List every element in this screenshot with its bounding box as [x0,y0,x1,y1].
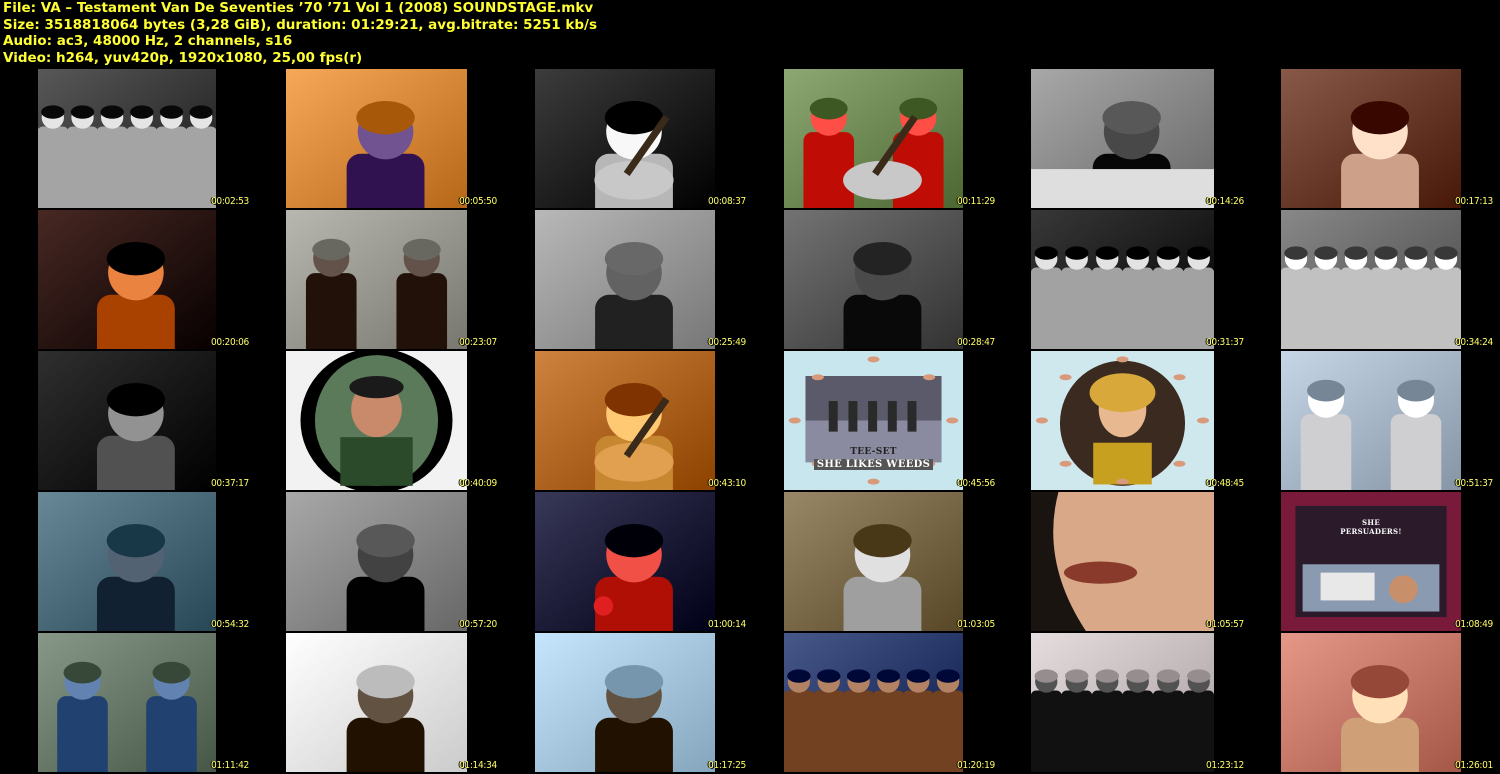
thumbnail-frame: TEE-SET SHE LIKES WEEDS [784,351,963,490]
thumbnail-timestamp: 00:48:45 [1205,478,1244,489]
thumbnail-frame [286,492,467,631]
thumbnail-image [784,210,963,349]
thumbnail-image [286,210,467,349]
thumbnail-image [784,633,963,772]
thumbnail-timestamp: 00:45:56 [956,478,995,489]
thumbnail-timestamp: 01:00:14 [707,619,746,630]
thumbnail-frame [286,210,467,349]
thumbnail-frame [38,210,216,349]
thumbnail-frame [38,492,216,631]
thumbnail-frame [784,210,963,349]
thumbnail-frame [535,69,715,208]
thumbnail-timestamp: 00:43:10 [707,478,746,489]
thumbnail-frame [1281,210,1461,349]
thumbnail-image [1031,633,1214,772]
thumbnail-image [38,633,216,772]
thumbnail-timestamp: 00:51:37 [1454,478,1493,489]
thumbnail-image [38,351,216,490]
thumbnail-image [38,210,216,349]
thumbnail-image [1281,210,1461,349]
thumbnail-timestamp: 01:08:49 [1454,619,1493,630]
thumbnail-image [535,210,715,349]
thumbnail-caption-top: SHE [1362,518,1380,527]
thumbnail-frame [535,492,715,631]
thumbnail-caption-bottom: PERSUADERS! [1340,527,1402,536]
thumbnail-frame [1031,351,1214,490]
thumbnail-timestamp: 00:31:37 [1205,337,1244,348]
thumbnail-image [1281,633,1461,772]
thumbnail-frame [286,69,467,208]
thumbnail-timestamp: 00:37:17 [210,478,249,489]
thumbnail-timestamp: 01:05:57 [1205,619,1244,630]
thumbnail-timestamp: 01:26:01 [1454,760,1493,771]
thumbnail-frame [1281,633,1461,772]
thumbnail-frame [38,69,216,208]
thumbnail-image [1281,492,1461,631]
thumbnail-timestamp: 00:25:49 [707,337,746,348]
thumbnail-timestamp: 00:02:53 [210,196,249,207]
thumbnail-frame [535,633,715,772]
thumbnail-timestamp: 00:54:32 [210,619,249,630]
thumbnail-timestamp: 00:28:47 [956,337,995,348]
thumbnail-caption-top: TEE-SET [850,447,897,457]
thumbnail-timestamp: 00:14:26 [1205,196,1244,207]
thumbnail-frame [784,69,963,208]
thumbnail-frame [38,633,216,772]
thumbnail-image [38,492,216,631]
thumbnail-frame [286,633,467,772]
thumbnail-frame [38,351,216,490]
thumbnail-timestamp: 00:17:13 [1454,196,1493,207]
thumbnail-image [535,633,715,772]
thumbnail-timestamp: 01:23:12 [1205,760,1244,771]
thumbnail-timestamp: 01:17:25 [707,760,746,771]
thumbnail-timestamp: 00:40:09 [458,478,497,489]
thumbnail-frame [535,351,715,490]
thumbnail-timestamp: 00:23:07 [458,337,497,348]
thumbnail-caption-bottom: SHE LIKES WEEDS [814,459,933,470]
thumbnail-grid: 00:02:53 00:05:50 00:08:37 00:11:29 00:14:26… [0,0,1500,774]
thumbnail-image [1031,69,1214,208]
thumbnail-frame [1031,210,1214,349]
thumbnail-image [535,351,715,490]
thumbnail-timestamp: 00:34:24 [1454,337,1493,348]
thumbnail-image [1031,492,1214,631]
thumbnail-timestamp: 00:20:06 [210,337,249,348]
thumbnail-image [1281,351,1461,490]
thumbnail-frame [1031,69,1214,208]
thumbnail-image [1281,69,1461,208]
thumbnail-image [286,351,467,490]
thumbnail-timestamp: 00:57:20 [458,619,497,630]
thumbnail-frame [1031,633,1214,772]
thumbnail-frame [1281,69,1461,208]
thumbnail-frame [784,492,963,631]
thumbnail-image [535,492,715,631]
thumbnail-timestamp: 01:11:42 [210,760,249,771]
thumbnail-frame [1031,492,1214,631]
thumbnail-image [1031,351,1214,490]
thumbnail-image [38,69,216,208]
thumbnail-timestamp: 01:03:05 [956,619,995,630]
thumbnail-frame: SHE PERSUADERS! [1281,492,1461,631]
thumbnail-image [286,492,467,631]
thumbnail-timestamp: 00:08:37 [707,196,746,207]
thumbnail-timestamp: 01:14:34 [458,760,497,771]
thumbnail-image [1031,210,1214,349]
thumbnail-image [535,69,715,208]
thumbnail-image [286,69,467,208]
thumbnail-frame [1281,351,1461,490]
thumbnail-image [784,69,963,208]
thumbnail-timestamp: 01:20:19 [956,760,995,771]
thumbnail-image [784,492,963,631]
thumbnail-frame [286,351,467,490]
thumbnail-frame [535,210,715,349]
thumbnail-timestamp: 00:11:29 [956,196,995,207]
thumbnail-frame [784,633,963,772]
thumbnail-timestamp: 00:05:50 [458,196,497,207]
thumbnail-image [286,633,467,772]
